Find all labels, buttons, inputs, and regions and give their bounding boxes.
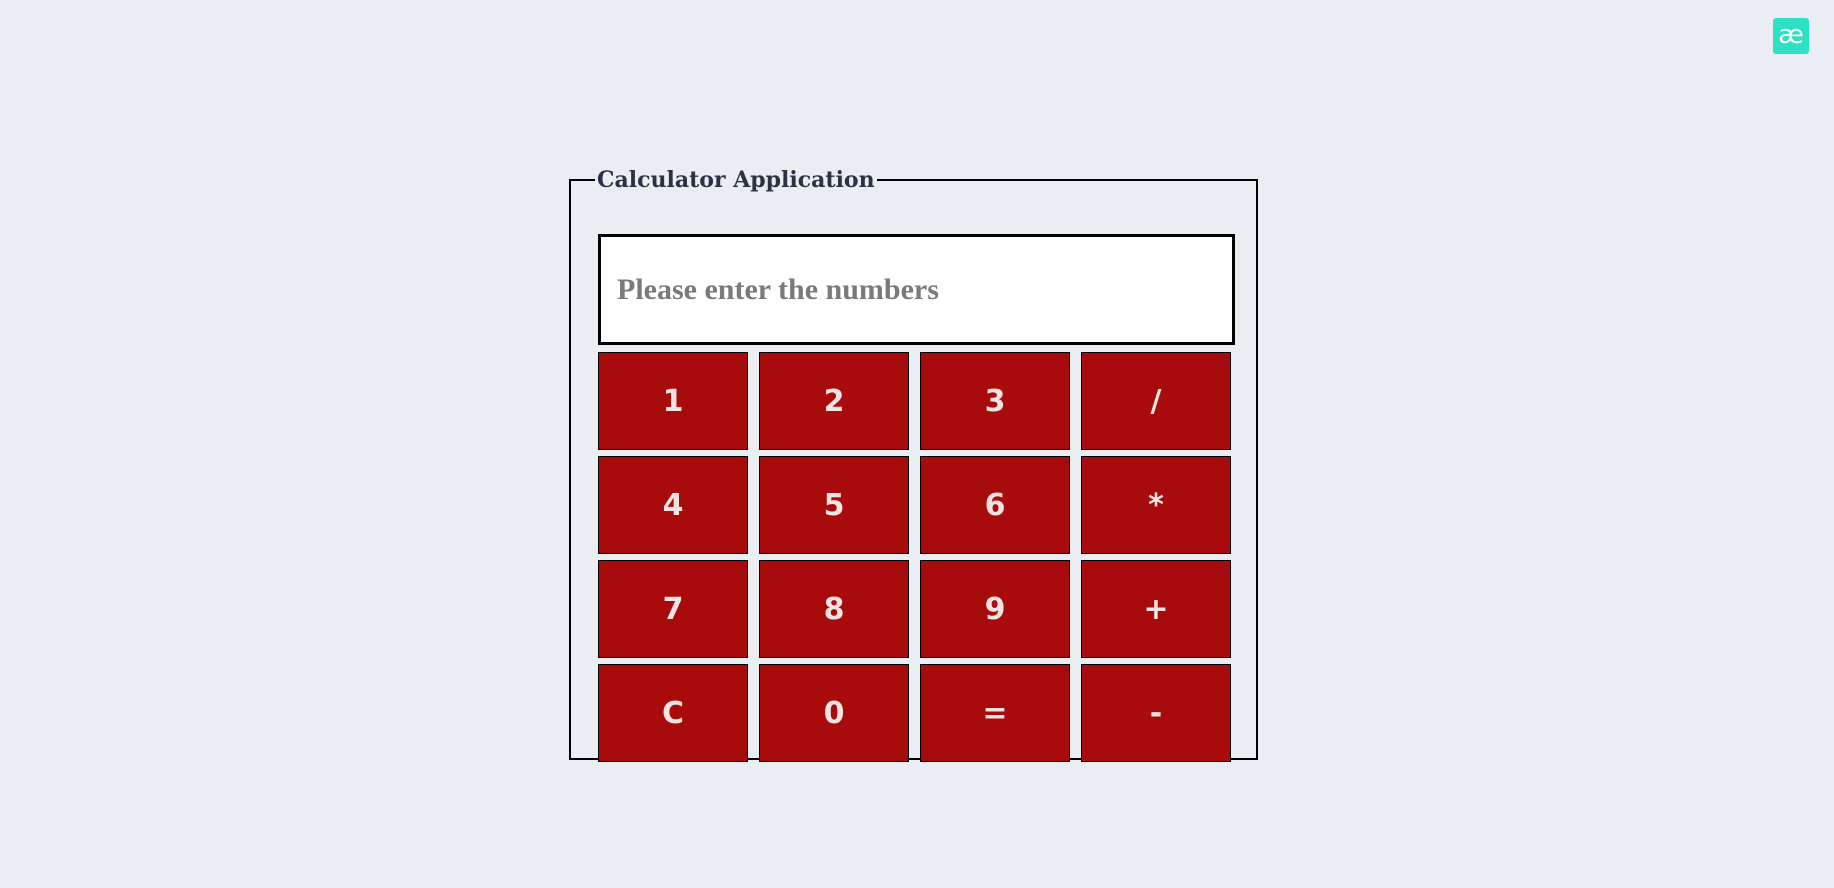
- equals-button[interactable]: =: [920, 664, 1070, 762]
- calculator-display-input[interactable]: [598, 234, 1235, 345]
- key-1-button[interactable]: 1: [598, 352, 748, 450]
- key-4-button[interactable]: 4: [598, 456, 748, 554]
- key-3-button[interactable]: 3: [920, 352, 1070, 450]
- app-logo: æ: [1773, 18, 1809, 54]
- key-8-button[interactable]: 8: [759, 560, 909, 658]
- key-2-button[interactable]: 2: [759, 352, 909, 450]
- key-6-button[interactable]: 6: [920, 456, 1070, 554]
- clear-button[interactable]: C: [598, 664, 748, 762]
- multiply-button[interactable]: *: [1081, 456, 1231, 554]
- key-0-button[interactable]: 0: [759, 664, 909, 762]
- add-button[interactable]: +: [1081, 560, 1231, 658]
- calculator-title: Calculator Application: [597, 167, 875, 193]
- divide-button[interactable]: /: [1081, 352, 1231, 450]
- key-7-button[interactable]: 7: [598, 560, 748, 658]
- calculator-panel: Calculator Application 1 2 3 / 4 5 6 * 7…: [569, 167, 1258, 762]
- key-9-button[interactable]: 9: [920, 560, 1070, 658]
- key-5-button[interactable]: 5: [759, 456, 909, 554]
- subtract-button[interactable]: -: [1081, 664, 1231, 762]
- calculator-keypad: 1 2 3 / 4 5 6 * 7 8 9 + C 0 = -: [598, 352, 1231, 762]
